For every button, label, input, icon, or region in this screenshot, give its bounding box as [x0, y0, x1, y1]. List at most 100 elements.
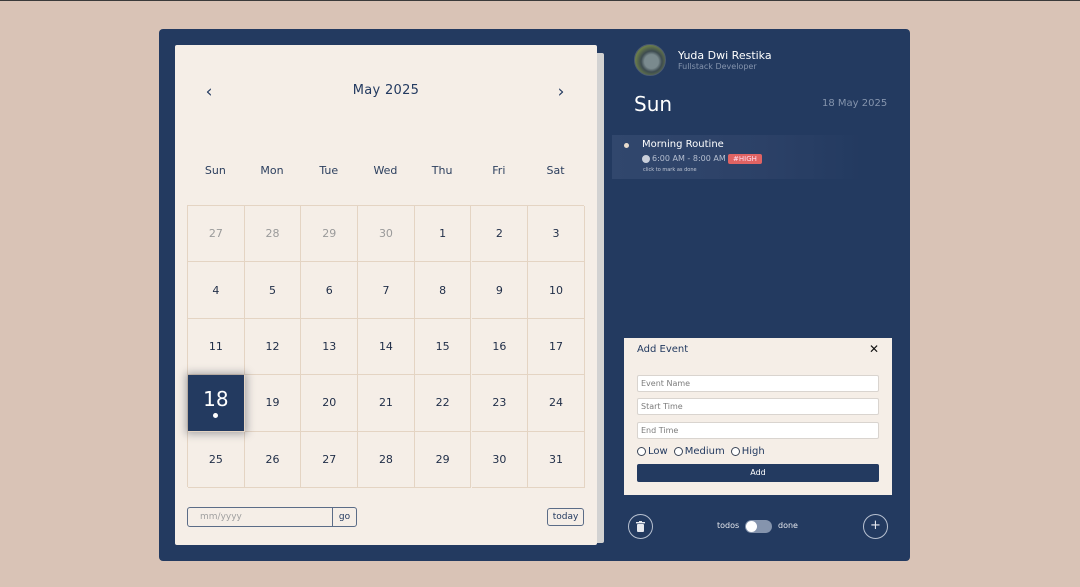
goto-date-input[interactable] — [187, 507, 333, 527]
priority-high-radio[interactable]: High — [730, 445, 765, 457]
calendar-day[interactable]: 20 — [301, 375, 359, 432]
day-number: 31 — [549, 452, 564, 466]
calendar-day[interactable]: 3 — [528, 206, 585, 263]
calendar-day[interactable]: 31 — [528, 431, 585, 488]
plus-icon[interactable]: + — [863, 514, 888, 539]
calendar-day[interactable]: 11 — [188, 318, 245, 376]
calendar-day[interactable]: 21 — [358, 375, 415, 432]
day-number: 14 — [378, 339, 393, 353]
user-name: Yuda Dwi Restika — [678, 49, 772, 62]
calendar-day[interactable]: 24 — [528, 375, 585, 432]
chevron-right-icon[interactable]: › — [551, 82, 571, 102]
calendar-day[interactable]: 26 — [244, 431, 302, 488]
day-number: 3 — [552, 227, 560, 241]
day-number: 16 — [492, 339, 507, 353]
day-number: 23 — [492, 396, 507, 410]
day-number: 5 — [269, 283, 277, 297]
priority-low-radio[interactable]: Low — [637, 446, 668, 457]
delete-button[interactable] — [628, 514, 653, 539]
add-event-title: Add Event — [637, 344, 689, 355]
priority-medium-radio[interactable]: Medium — [673, 446, 725, 457]
today-button[interactable]: today — [547, 508, 584, 526]
calendar-day[interactable]: 30 — [471, 431, 529, 488]
weekday-label: Thu — [431, 164, 453, 177]
radio-icon — [673, 446, 683, 456]
day-number: 29 — [435, 452, 450, 466]
radio-icon — [637, 446, 646, 456]
day-number: 17 — [549, 339, 564, 353]
day-number: 13 — [322, 339, 337, 353]
event-dot-icon — [213, 413, 219, 419]
calendar-day[interactable]: 5 — [244, 262, 302, 319]
day-number: 29 — [322, 227, 337, 241]
end-time-input[interactable] — [637, 422, 879, 439]
selected-full-date: 18 May 2025 — [822, 98, 888, 109]
add-button[interactable]: Add — [637, 464, 879, 482]
day-number: 15 — [435, 339, 450, 353]
day-number: 19 — [265, 396, 280, 410]
calendar-day[interactable]: 28 — [244, 206, 302, 263]
user-role: Fullstack Developer — [678, 62, 757, 71]
toggle-label-done: done — [778, 521, 798, 530]
calendar-day[interactable]: 2 — [471, 206, 529, 263]
calendar-day[interactable]: 25 — [188, 431, 245, 488]
todos-done-toggle[interactable] — [745, 520, 772, 533]
event-title: Morning Routine — [642, 139, 724, 150]
go-button[interactable]: go — [332, 507, 357, 527]
event-name-input[interactable] — [637, 375, 879, 392]
day-number: 4 — [212, 283, 220, 297]
add-event-panel: Add Event ✕ Low Medium High Add — [624, 338, 892, 495]
calendar-day[interactable]: 19 — [244, 375, 302, 432]
day-number: 27 — [208, 227, 223, 241]
day-number: 7 — [382, 283, 390, 297]
calendar-day[interactable]: 23 — [471, 375, 529, 432]
calendar-day[interactable]: 12 — [244, 318, 302, 376]
calendar-day[interactable]: 9 — [471, 262, 529, 319]
calendar-day[interactable]: 16 — [471, 318, 529, 376]
priority-label: Low — [648, 445, 668, 457]
calendar-day[interactable]: 17 — [528, 318, 585, 376]
day-number: 30 — [492, 452, 507, 466]
weekday-label: Mon — [260, 164, 284, 177]
calendar-day[interactable]: 27 — [188, 206, 245, 263]
calendar-day[interactable]: 7 — [358, 262, 415, 319]
calendar-day[interactable]: 15 — [414, 318, 472, 376]
calendar-day[interactable]: 22 — [414, 375, 472, 432]
calendar-day[interactable]: 29 — [414, 431, 472, 488]
event-item[interactable]: Morning Routine 6:00 AM - 8:00 AM #HIGH … — [612, 135, 862, 179]
toggle-knob — [746, 521, 757, 532]
close-icon[interactable]: ✕ — [869, 342, 879, 356]
radio-icon — [730, 446, 740, 456]
day-number: 10 — [549, 283, 564, 297]
day-number: 30 — [378, 227, 393, 241]
calendar-day[interactable]: 1 — [414, 206, 472, 263]
weekday-header: Sun Mon Tue Wed Thu Fri Sat — [187, 164, 584, 180]
calendar-day[interactable]: 28 — [358, 431, 415, 488]
day-number: 27 — [322, 452, 337, 466]
calendar-panel: ‹ May 2025 › Sun Mon Tue Wed Thu Fri Sat 27 28 2… — [175, 45, 597, 545]
calendar-day[interactable]: 29 — [301, 206, 359, 263]
priority-label: High — [741, 445, 765, 457]
calendar-day[interactable]: 8 — [414, 262, 472, 319]
day-number: 1 — [439, 227, 447, 241]
selected-day-name: Sun — [634, 92, 673, 116]
day-number: 11 — [208, 339, 223, 353]
day-number: 22 — [435, 396, 450, 410]
start-time-input[interactable] — [637, 398, 879, 415]
day-number: 9 — [495, 283, 503, 297]
day-number: 12 — [265, 339, 280, 353]
calendar-day[interactable]: 10 — [528, 262, 585, 319]
calendar-day[interactable]: 13 — [301, 318, 359, 376]
calendar-day[interactable]: 30 — [358, 206, 415, 263]
weekday-label: Wed — [373, 164, 398, 177]
calendar-day[interactable]: 4 — [188, 262, 245, 319]
calendar-day[interactable]: 27 — [301, 431, 359, 488]
month-title: May 2025 — [352, 83, 420, 98]
priority-radio-group: Low Medium High — [637, 445, 771, 457]
calendar-day[interactable]: 6 — [301, 262, 359, 319]
clock-icon — [642, 155, 650, 163]
calendar-day[interactable]: 14 — [358, 318, 415, 376]
calendar-day-selected[interactable]: 18 — [188, 375, 245, 432]
trash-icon — [636, 521, 645, 532]
weekday-label: Fri — [492, 164, 506, 177]
